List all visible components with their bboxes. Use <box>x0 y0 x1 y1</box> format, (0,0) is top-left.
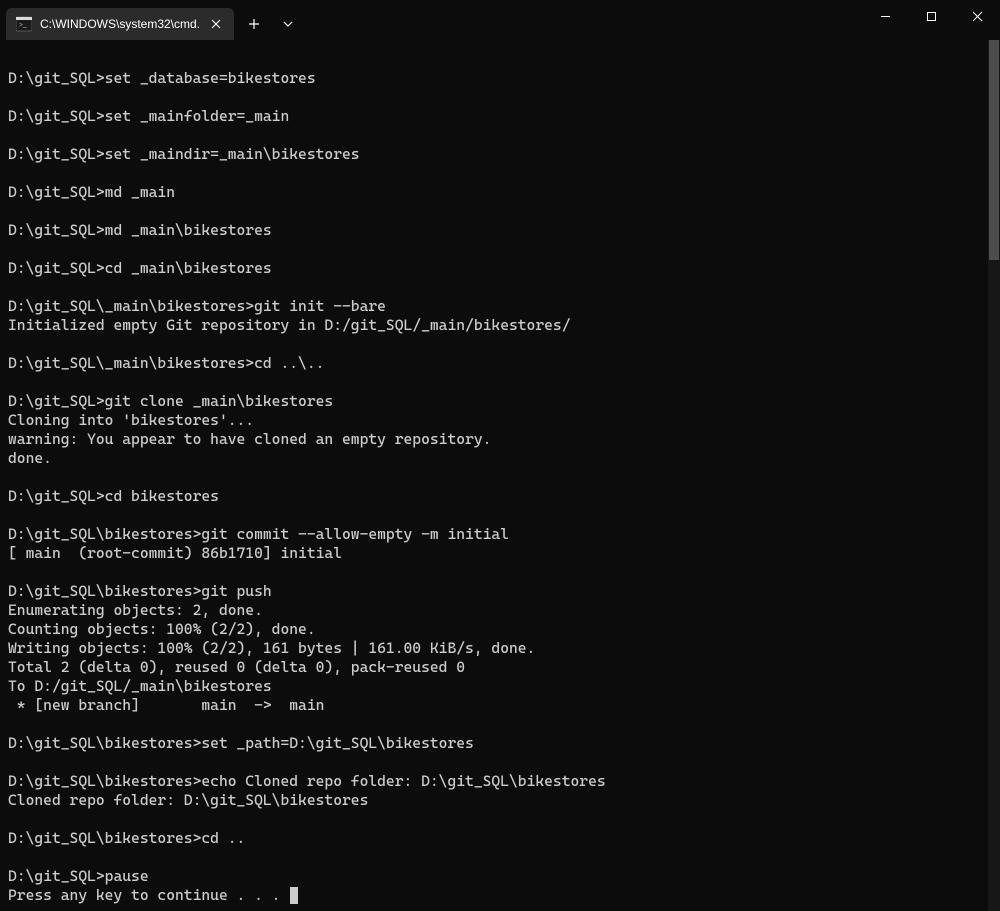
cmd-icon: >_ <box>16 16 32 32</box>
terminal-area: D:\git_SQL>set _database=bikestores D:\g… <box>0 40 1000 911</box>
scrollbar-thumb[interactable] <box>989 40 999 260</box>
close-button[interactable] <box>954 0 1000 32</box>
tab-active[interactable]: >_ C:\WINDOWS\system32\cmd. <box>6 8 234 40</box>
scrollbar-vertical[interactable] <box>988 40 1000 911</box>
new-tab-button[interactable] <box>238 8 270 40</box>
minimize-button[interactable] <box>862 0 908 32</box>
maximize-button[interactable] <box>908 0 954 32</box>
terminal-window: >_ C:\WINDOWS\system32\cmd. <box>0 0 1000 911</box>
title-bar[interactable]: >_ C:\WINDOWS\system32\cmd. <box>0 0 1000 40</box>
tab-dropdown-button[interactable] <box>274 8 302 40</box>
text-cursor <box>290 887 298 904</box>
tab-title: C:\WINDOWS\system32\cmd. <box>40 17 200 31</box>
svg-text:>_: >_ <box>19 21 27 29</box>
window-controls <box>862 0 1000 32</box>
tab-close-button[interactable] <box>208 16 224 32</box>
tab-strip: >_ C:\WINDOWS\system32\cmd. <box>0 0 862 40</box>
terminal-output[interactable]: D:\git_SQL>set _database=bikestores D:\g… <box>0 40 988 911</box>
